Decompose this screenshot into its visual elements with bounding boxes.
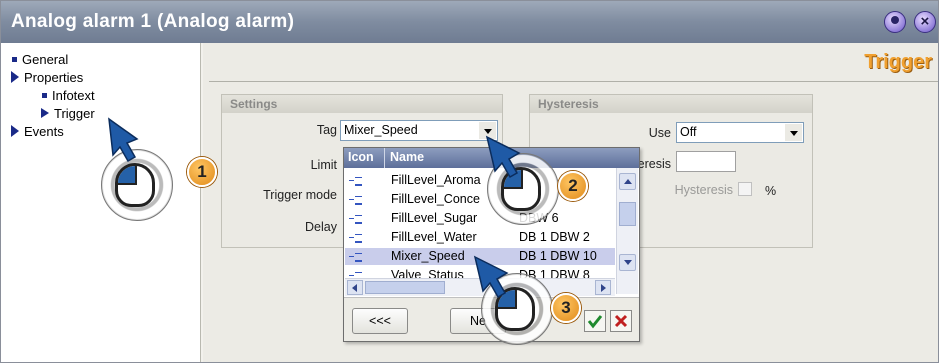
icon-column-header[interactable]: Icon xyxy=(348,150,374,164)
tree-item-label: General xyxy=(22,52,69,67)
tag-icon xyxy=(349,177,365,186)
section-heading: Trigger xyxy=(203,51,938,77)
tree-item-label: Trigger xyxy=(54,106,95,121)
tag-name: Valve_Status xyxy=(391,268,464,278)
pointer-arrow-icon xyxy=(473,255,509,299)
scroll-up-icon[interactable] xyxy=(619,173,636,190)
tree-item-trigger[interactable]: Trigger xyxy=(39,105,95,123)
tag-name: FillLevel_Sugar xyxy=(391,211,478,225)
tree-item-label: Events xyxy=(24,124,64,139)
tag-label: Tag xyxy=(316,123,337,137)
hysteresis-percent-label: Hysteresis xyxy=(674,183,733,197)
use-combo[interactable]: Off xyxy=(676,122,804,143)
scroll-thumb[interactable] xyxy=(619,202,636,226)
pointer-arrow-icon xyxy=(485,135,521,179)
tag-name: FillLevel_Aroma xyxy=(391,173,481,187)
hysteresis-field[interactable] xyxy=(676,151,736,172)
alarm-properties-window: Analog alarm 1 (Analog alarm) × General … xyxy=(0,0,939,363)
scroll-left-icon[interactable] xyxy=(347,280,363,295)
chevron-down-icon[interactable] xyxy=(785,124,802,141)
pointer-arrow-icon xyxy=(108,117,139,163)
back-button[interactable]: <<< xyxy=(352,308,408,334)
tree-item-infotext[interactable]: Infotext xyxy=(39,87,95,105)
use-label: Use xyxy=(648,126,671,140)
divider xyxy=(209,81,938,82)
limit-label: Limit xyxy=(310,158,337,172)
tag-name: FillLevel_Conce xyxy=(391,192,480,206)
trigger-mode-label: Trigger mode xyxy=(263,188,337,202)
selected-arrow-icon xyxy=(41,108,49,118)
step-badge-1: 1 xyxy=(187,157,217,187)
tag-name: Mixer_Speed xyxy=(391,249,465,263)
tag-icon xyxy=(349,196,365,205)
settings-header: Settings xyxy=(222,95,502,113)
tag-combo[interactable]: Mixer_Speed xyxy=(340,120,498,141)
tag-address: DB 1 DBW 10 xyxy=(519,249,597,263)
expand-triangle-icon xyxy=(11,125,19,137)
tag-icon xyxy=(349,234,365,243)
tree-item-general[interactable]: General xyxy=(9,51,68,69)
use-value: Off xyxy=(680,125,697,139)
scroll-down-icon[interactable] xyxy=(619,254,636,271)
delay-label: Delay xyxy=(305,220,337,234)
name-column-header[interactable]: Name xyxy=(390,150,424,164)
cancel-button[interactable] xyxy=(610,310,632,332)
tag-icon xyxy=(349,215,365,224)
help-icon[interactable] xyxy=(884,11,906,33)
tag-name: FillLevel_Water xyxy=(391,230,477,244)
scroll-right-icon[interactable] xyxy=(595,280,611,295)
tag-icon xyxy=(349,253,365,262)
scroll-thumb[interactable] xyxy=(365,281,445,294)
check-icon xyxy=(587,315,603,329)
vertical-scrollbar[interactable] xyxy=(616,168,638,294)
hysteresis-percent-checkbox[interactable] xyxy=(738,182,752,196)
title-bar: Analog alarm 1 (Analog alarm) × xyxy=(1,1,938,43)
square-bullet-icon xyxy=(42,93,47,99)
tree-item-label: Infotext xyxy=(52,88,95,103)
x-icon xyxy=(614,314,628,328)
ok-button[interactable] xyxy=(584,310,606,332)
tree-item-label: Properties xyxy=(24,70,84,85)
hysteresis-header: Hysteresis xyxy=(530,95,812,113)
expand-triangle-icon xyxy=(11,71,19,83)
window-title: Analog alarm 1 (Analog alarm) xyxy=(11,11,295,32)
square-bullet-icon xyxy=(12,57,17,63)
column-divider xyxy=(384,148,385,168)
percent-symbol: % xyxy=(765,184,777,198)
tree-item-events[interactable]: Events xyxy=(9,123,64,141)
tree-item-properties[interactable]: Properties xyxy=(9,69,83,87)
step-badge-2: 2 xyxy=(558,171,588,201)
close-icon[interactable]: × xyxy=(914,11,936,33)
tag-value: Mixer_Speed xyxy=(344,123,418,137)
step-badge-3: 3 xyxy=(551,293,581,323)
trigger-heading: Trigger xyxy=(864,51,932,73)
